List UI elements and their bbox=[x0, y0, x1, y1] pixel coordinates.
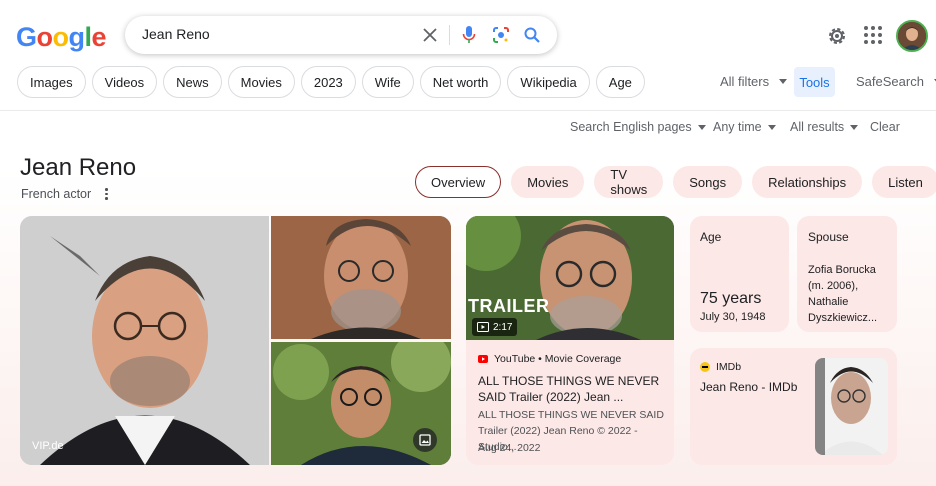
logo-letter: o bbox=[52, 22, 70, 52]
time-filter[interactable]: Any time bbox=[713, 120, 776, 134]
play-icon bbox=[477, 322, 489, 332]
lens-icon[interactable] bbox=[491, 25, 511, 45]
imdb-thumbnail[interactable] bbox=[815, 358, 888, 455]
chip-images[interactable]: Images bbox=[17, 66, 86, 98]
clear-icon[interactable] bbox=[420, 25, 440, 45]
chip-wife[interactable]: Wife bbox=[361, 66, 414, 98]
chevron-down-icon bbox=[779, 79, 788, 84]
logo-letter: l bbox=[84, 22, 93, 52]
chevron-down-icon bbox=[697, 124, 706, 130]
video-source-row: YouTube • Movie Coverage bbox=[478, 353, 621, 365]
account-avatar[interactable] bbox=[896, 20, 928, 52]
tab-overview[interactable]: Overview bbox=[415, 166, 502, 198]
spouse-value: Zofia Borucka (m. 2006), Nathalie Dyszki… bbox=[808, 264, 878, 324]
all-filters-button[interactable]: All filters bbox=[720, 74, 788, 89]
tab-listen[interactable]: Listen bbox=[872, 166, 936, 198]
imdb-source-row: IMDb bbox=[700, 361, 741, 373]
logo-letter: e bbox=[91, 22, 107, 52]
safesearch-button[interactable]: SafeSearch bbox=[856, 74, 936, 89]
tab-relationships[interactable]: Relationships bbox=[752, 166, 863, 198]
more-options-icon[interactable] bbox=[105, 188, 108, 200]
logo-letter: g bbox=[68, 22, 86, 52]
video-duration-badge: 2:17 bbox=[472, 318, 518, 336]
portrait-image bbox=[271, 216, 451, 339]
chevron-down-icon bbox=[850, 124, 859, 130]
age-card[interactable]: Age 75 years July 30, 1948 bbox=[690, 216, 789, 332]
safesearch-label: SafeSearch bbox=[856, 74, 924, 89]
all-filters-label: All filters bbox=[720, 74, 770, 89]
search-box bbox=[125, 16, 557, 54]
divider bbox=[449, 25, 450, 45]
chip-age[interactable]: Age bbox=[595, 66, 645, 98]
main-photo[interactable]: VIP.de bbox=[20, 216, 269, 465]
video-source: YouTube • Movie Coverage bbox=[494, 353, 622, 365]
search-icon[interactable] bbox=[522, 25, 542, 45]
microphone-icon[interactable] bbox=[459, 25, 479, 45]
imdb-card[interactable]: IMDb Jean Reno - IMDb bbox=[690, 348, 897, 465]
entity-title: Jean Reno bbox=[20, 154, 137, 181]
imdb-icon bbox=[700, 362, 710, 372]
settings-gear-icon[interactable] bbox=[826, 25, 848, 47]
chip-videos[interactable]: Videos bbox=[91, 66, 158, 98]
entity-subtitle-row: French actor bbox=[21, 187, 108, 201]
tab-tv-shows[interactable]: TV shows bbox=[594, 166, 664, 198]
tools-button[interactable]: Tools bbox=[794, 67, 835, 97]
google-logo[interactable]: Google bbox=[16, 22, 107, 53]
results-filter-label: All results bbox=[790, 120, 845, 134]
imdb-title[interactable]: Jean Reno - IMDb bbox=[700, 380, 797, 394]
tab-songs[interactable]: Songs bbox=[673, 166, 743, 198]
chip-wikipedia[interactable]: Wikipedia bbox=[507, 66, 590, 98]
video-thumbnail[interactable]: TRAILER 2:17 bbox=[466, 216, 674, 340]
birth-date: July 30, 1948 bbox=[700, 311, 766, 323]
image-icon[interactable] bbox=[413, 428, 437, 452]
header-divider bbox=[0, 110, 936, 111]
time-filter-label: Any time bbox=[713, 120, 762, 134]
chip-movies[interactable]: Movies bbox=[227, 66, 295, 98]
photo-thumbnail[interactable] bbox=[271, 342, 451, 465]
imdb-source: IMDb bbox=[716, 361, 742, 373]
language-filter[interactable]: Search English pages bbox=[570, 120, 706, 134]
language-filter-label: Search English pages bbox=[570, 120, 692, 134]
entity-subtitle: French actor bbox=[21, 187, 92, 201]
chevron-down-icon bbox=[767, 124, 776, 130]
logo-letter: G bbox=[16, 22, 37, 52]
entity-tabs: Overview Movies TV shows Songs Relations… bbox=[415, 166, 936, 198]
video-card[interactable]: TRAILER 2:17 YouTube • Movie Coverage AL… bbox=[466, 216, 674, 465]
video-duration: 2:17 bbox=[493, 321, 513, 333]
logo-letter: o bbox=[36, 22, 54, 52]
search-chips: Images Videos News Movies 2023 Wife Net … bbox=[17, 66, 645, 98]
portrait-image bbox=[20, 216, 269, 465]
age-value: 75 years bbox=[700, 290, 762, 307]
search-input[interactable] bbox=[142, 26, 412, 42]
age-label: Age bbox=[700, 230, 722, 244]
photo-thumbnail[interactable] bbox=[271, 216, 451, 339]
tab-movies[interactable]: Movies bbox=[511, 166, 585, 198]
results-filter[interactable]: All results bbox=[790, 120, 859, 134]
spouse-card[interactable]: Spouse Zofia Borucka (m. 2006), Nathalie… bbox=[797, 216, 897, 332]
video-title[interactable]: ALL THOSE THINGS WE NEVER SAID Trailer (… bbox=[478, 373, 668, 405]
portrait-image bbox=[815, 358, 888, 455]
thumbnail-text: TRAILER bbox=[468, 296, 550, 316]
youtube-icon bbox=[478, 355, 488, 363]
chip-2023[interactable]: 2023 bbox=[300, 66, 356, 98]
clear-button[interactable]: Clear bbox=[870, 120, 900, 134]
google-apps-icon[interactable] bbox=[864, 26, 882, 44]
video-date: Aug 24, 2022 bbox=[478, 442, 541, 454]
chip-net-worth[interactable]: Net worth bbox=[419, 66, 502, 98]
spouse-label: Spouse bbox=[808, 230, 849, 244]
chip-news[interactable]: News bbox=[163, 66, 222, 98]
image-credit: VIP.de bbox=[32, 440, 64, 452]
